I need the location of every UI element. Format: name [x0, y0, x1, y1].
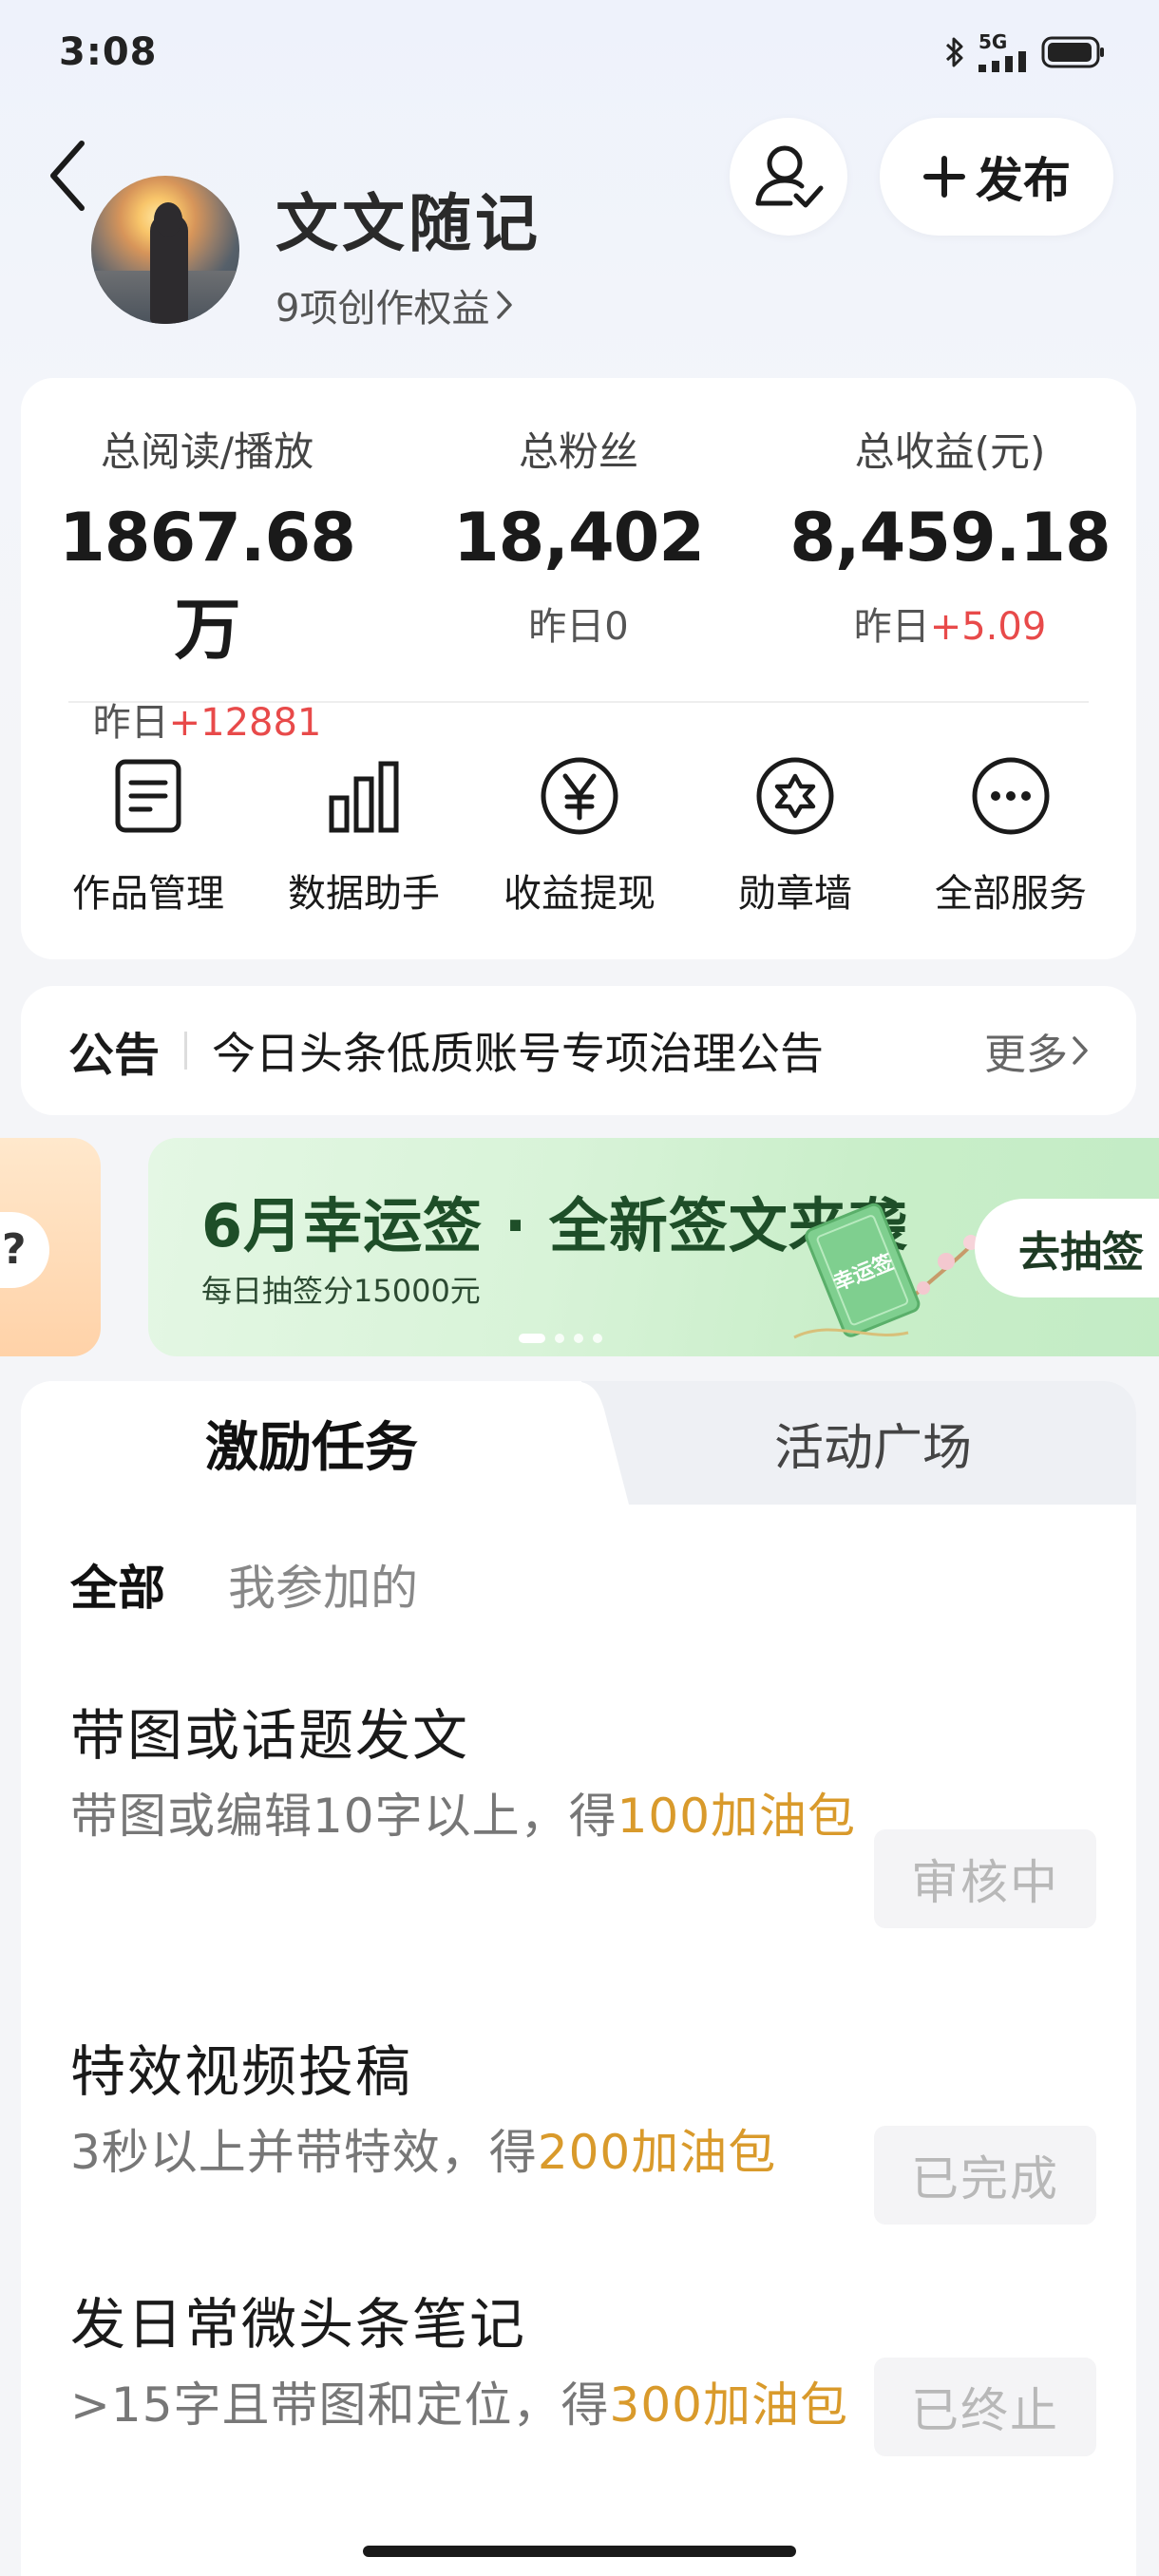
stat-label: 总收益(元) — [854, 428, 1046, 475]
stats-card: 总阅读/播放 1867.68万 昨日+12881 总粉丝 18,402 昨日0 … — [21, 378, 1136, 959]
filter-joined[interactable]: 我参加的 — [228, 1550, 418, 1619]
service-income-withdraw[interactable]: 收益提现 — [484, 750, 674, 918]
stat-value: 18,402 — [452, 499, 705, 577]
chevron-right-icon — [497, 291, 513, 319]
home-indicator[interactable] — [363, 2546, 796, 2557]
bar-chart-icon — [329, 761, 399, 833]
announcement-title: 公告 — [68, 1029, 161, 1082]
more-icon — [972, 757, 1050, 835]
creator-rights-label: 9项创作权益 — [276, 287, 490, 331]
task-description: 3秒以上并带特效，得200加油包 — [70, 2125, 777, 2180]
task-tabs: 激励任务 活动广场 — [21, 1381, 1136, 1505]
badge-icon — [756, 757, 834, 835]
tasks-panel: 激励任务 活动广场 全部 我参加的 带图或话题发文 带图或编辑10字以上，得10… — [21, 1381, 1136, 2576]
task-item[interactable]: 发日常微头条笔记 >15字且带图和定位，得300加油包 已终止 — [70, 2280, 1096, 2456]
lucky-draw-banner[interactable]: 6月幸运签 · 全新签文来袭 每日抽签分15000元 幸运签 去抽签 — [148, 1138, 1159, 1356]
service-badge-wall[interactable]: 勋章墙 — [700, 750, 890, 918]
stat-yesterday: 昨日+12881 — [92, 701, 322, 745]
service-label: 全部服务 — [935, 872, 1087, 916]
service-label: 作品管理 — [72, 872, 224, 916]
service-label: 收益提现 — [504, 872, 656, 916]
stat-label: 总阅读/播放 — [100, 428, 314, 475]
service-all-services[interactable]: 全部服务 — [916, 750, 1106, 918]
bluetooth-icon — [945, 37, 963, 67]
back-button[interactable] — [48, 133, 104, 218]
publish-label: 发布 — [976, 153, 1071, 208]
user-check-icon — [755, 145, 824, 208]
divider — [68, 701, 1089, 703]
task-title: 带图或话题发文 — [70, 1703, 470, 1768]
stat-value: 8,459.18 — [789, 499, 1111, 577]
network-label: 5G — [978, 30, 1008, 53]
plus-icon — [923, 156, 965, 198]
task-title: 发日常微头条笔记 — [70, 2292, 527, 2357]
task-title: 特效视频投稿 — [70, 2039, 413, 2104]
stat-yesterday: 昨日+5.09 — [853, 605, 1047, 649]
stat-value: 1867.68万 — [59, 499, 356, 669]
announcement-text: 今日头条低质账号专项治理公告 — [212, 1028, 825, 1079]
battery-icon — [1041, 36, 1104, 68]
creator-rights-link[interactable]: 9项创作权益 — [276, 277, 514, 332]
stat-yesterday: 昨日0 — [528, 605, 629, 649]
task-reward: 200加油包 — [537, 2125, 777, 2180]
stat-total-income[interactable]: 总收益(元) 8,459.18 昨日+5.09 — [770, 420, 1130, 651]
task-status-button[interactable]: 已终止 — [874, 2358, 1096, 2456]
carousel-dot — [593, 1334, 602, 1343]
task-status-button[interactable]: 审核中 — [874, 1829, 1096, 1928]
more-label: 更多 — [984, 1031, 1068, 1079]
task-description: >15字且带图和定位，得300加油包 — [70, 2377, 848, 2433]
task-description: 带图或编辑10字以上，得100加油包 — [70, 1789, 857, 1844]
task-item[interactable]: 带图或话题发文 带图或编辑10字以上，得100加油包 审核中 — [70, 1691, 1096, 1928]
status-time: 3:08 — [59, 30, 158, 74]
tab-incentive-tasks[interactable]: 激励任务 — [21, 1381, 602, 1505]
publish-button[interactable]: 发布 — [880, 118, 1113, 236]
service-works-management[interactable]: 作品管理 — [53, 750, 243, 918]
stat-total-fans[interactable]: 总粉丝 18,402 昨日0 — [398, 420, 759, 651]
task-item[interactable]: 特效视频投稿 3秒以上并带特效，得200加油包 已完成 — [70, 2027, 1096, 2225]
announcement-bar[interactable]: 公告 今日头条低质账号专项治理公告 更多 — [21, 986, 1136, 1115]
task-status-button[interactable]: 已完成 — [874, 2126, 1096, 2225]
service-label: 勋章墙 — [738, 872, 852, 916]
carousel-dot — [574, 1334, 583, 1343]
service-label: 数据助手 — [288, 872, 440, 916]
carousel-dot — [555, 1334, 564, 1343]
status-icons: 5G — [944, 32, 1106, 72]
back-arrow-icon — [50, 141, 85, 211]
task-reward: 100加油包 — [617, 1789, 857, 1844]
service-data-assistant[interactable]: 数据助手 — [269, 750, 459, 918]
carousel-dot-active — [519, 1334, 545, 1343]
banner-subtitle: 每日抽签分15000元 — [201, 1273, 481, 1309]
announcement-more-link[interactable]: 更多 — [984, 1020, 1089, 1081]
banner-prev-text: ? — [2, 1225, 27, 1274]
avatar[interactable] — [91, 176, 239, 324]
filter-all[interactable]: 全部 — [70, 1550, 165, 1619]
divider — [184, 1032, 188, 1070]
chevron-right-icon — [1073, 1036, 1088, 1065]
banner-prev-slide[interactable]: ? — [0, 1138, 101, 1356]
user-name: 文文随记 — [276, 187, 542, 260]
draw-lot-button[interactable]: 去抽签 — [975, 1199, 1159, 1297]
stat-label: 总粉丝 — [518, 428, 638, 475]
document-icon — [115, 759, 181, 833]
stat-total-reads[interactable]: 总阅读/播放 1867.68万 昨日+12881 — [27, 420, 388, 747]
follow-user-button[interactable] — [730, 118, 847, 236]
signal-icon — [978, 51, 1026, 72]
tab-activity-plaza[interactable]: 活动广场 — [610, 1381, 1136, 1505]
carousel-indicator — [519, 1334, 602, 1343]
yuan-icon — [541, 757, 618, 835]
task-reward: 300加油包 — [609, 2377, 848, 2433]
